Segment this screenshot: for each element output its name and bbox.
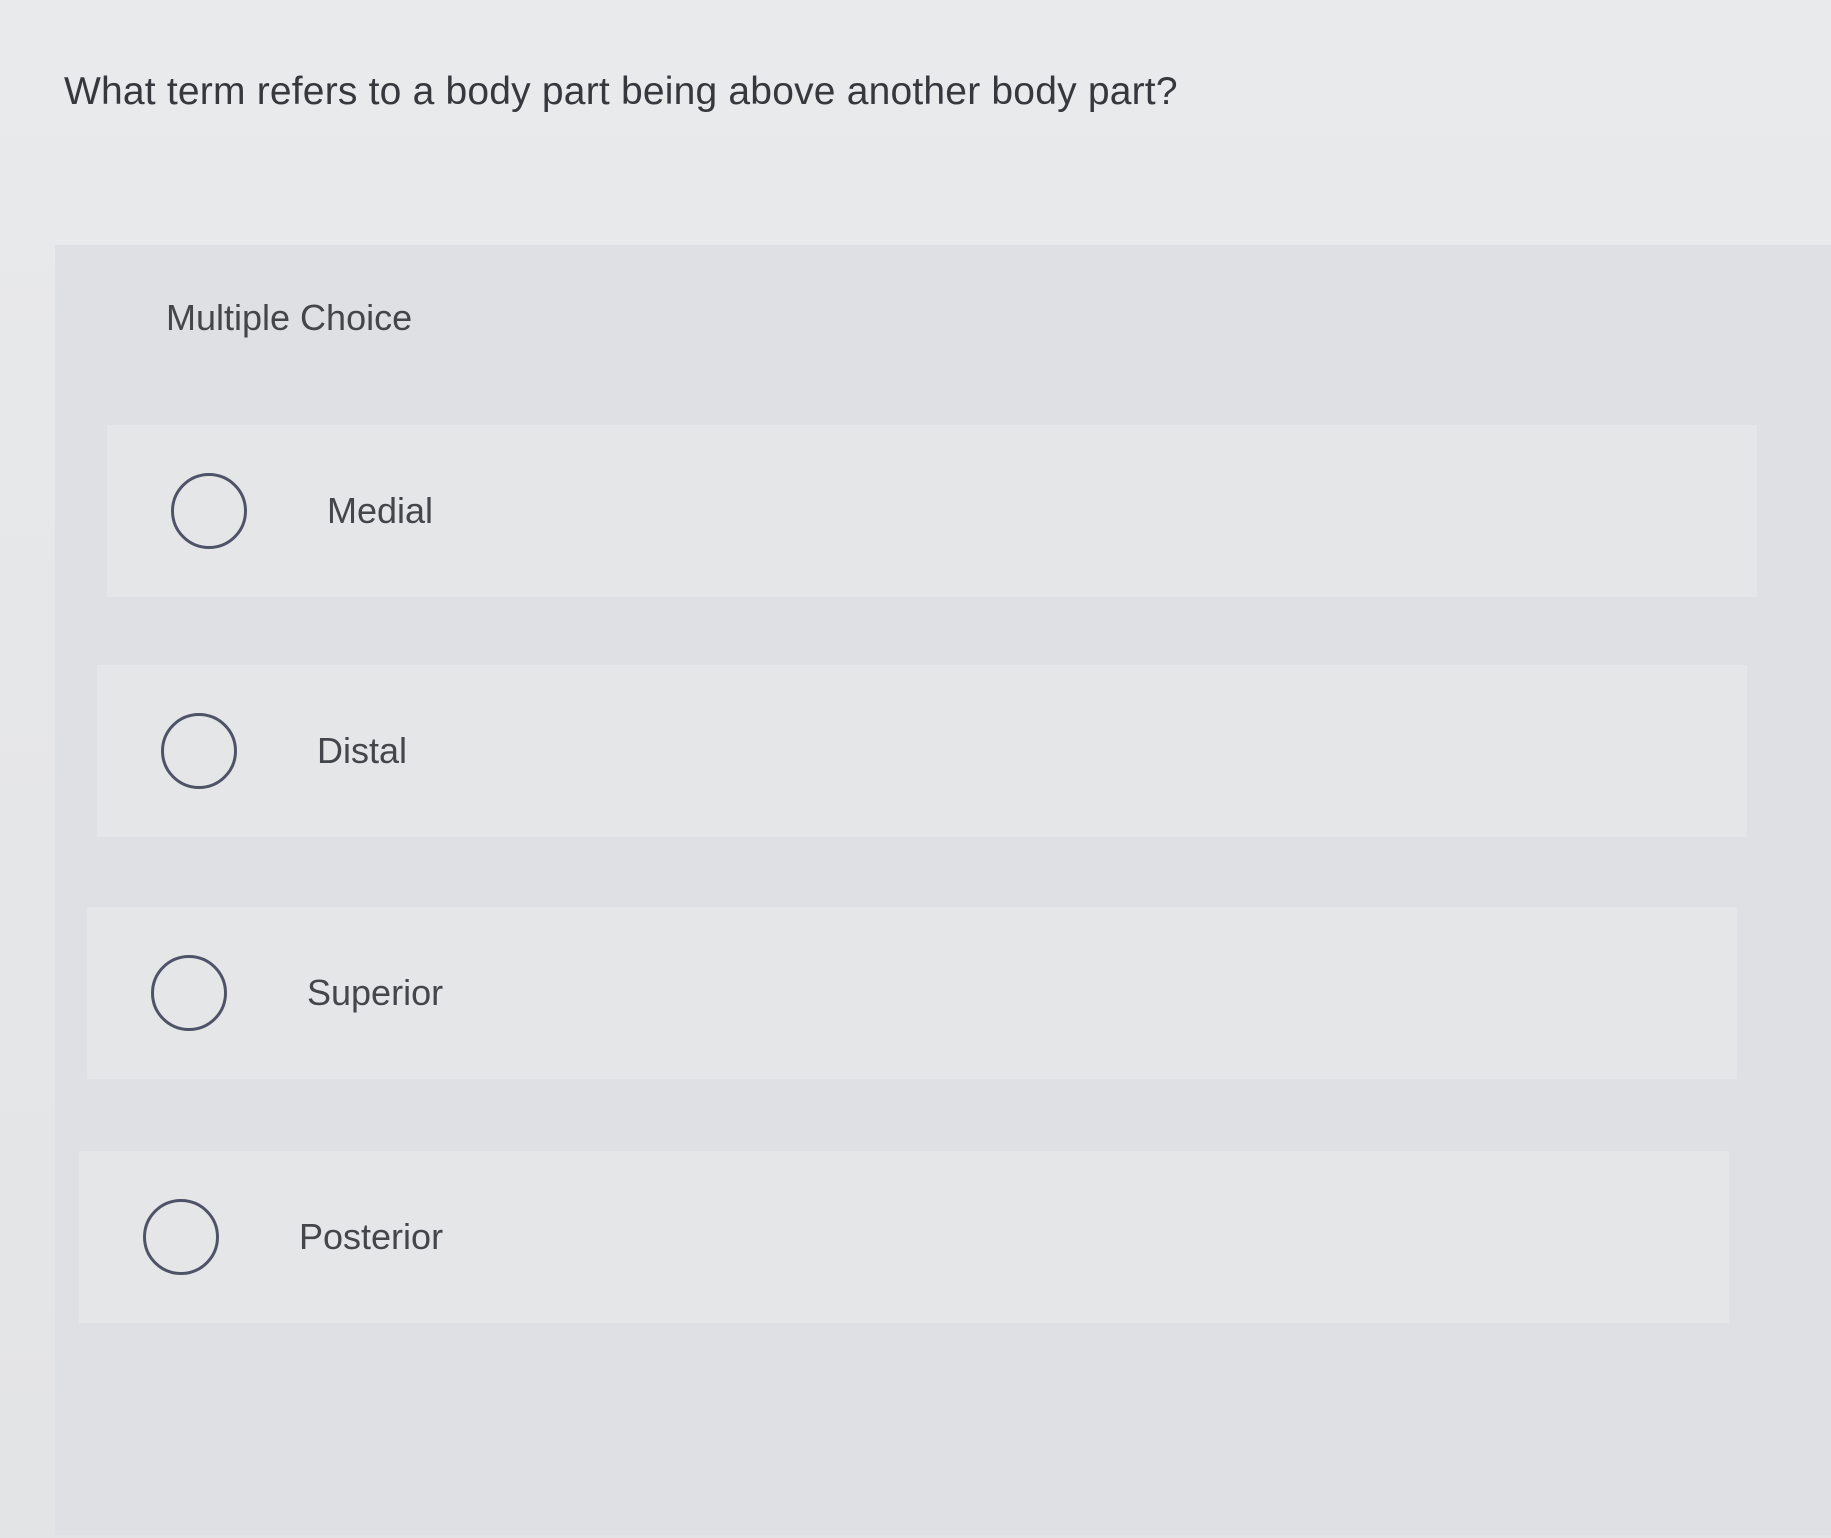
radio-button-icon[interactable] bbox=[161, 713, 237, 789]
question-prompt: What term refers to a body part being ab… bbox=[64, 70, 1178, 113]
multiple-choice-panel: Multiple Choice Medial Distal Superior P… bbox=[55, 245, 1831, 1535]
option-posterior[interactable]: Posterior bbox=[79, 1151, 1729, 1323]
radio-button-icon[interactable] bbox=[171, 473, 247, 549]
option-superior[interactable]: Superior bbox=[87, 907, 1737, 1079]
question-type-label: Multiple Choice bbox=[166, 297, 413, 338]
radio-button-icon[interactable] bbox=[151, 955, 227, 1031]
option-label: Superior bbox=[307, 972, 444, 1013]
option-label: Posterior bbox=[299, 1216, 444, 1257]
quiz-page: What term refers to a body part being ab… bbox=[0, 0, 1831, 1538]
option-medial[interactable]: Medial bbox=[107, 425, 1757, 597]
option-distal[interactable]: Distal bbox=[97, 665, 1747, 837]
option-label: Medial bbox=[327, 490, 434, 531]
radio-button-icon[interactable] bbox=[143, 1199, 219, 1275]
option-label: Distal bbox=[317, 730, 408, 771]
